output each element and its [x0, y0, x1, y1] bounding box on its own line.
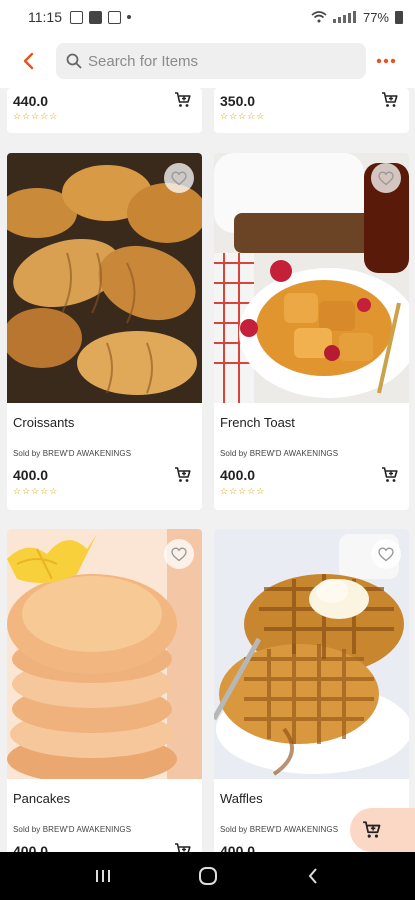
star-icon: ☆	[13, 111, 22, 121]
star-icon: ☆	[256, 111, 265, 121]
signal-icon	[332, 11, 356, 23]
product-price: 400.0	[220, 467, 256, 483]
star-icon: ☆	[247, 486, 256, 496]
favorite-button[interactable]	[164, 539, 194, 569]
search-icon	[66, 53, 82, 69]
product-price: 400.0	[13, 843, 49, 852]
star-icon: ☆	[220, 486, 229, 496]
product-price: 400.0	[220, 843, 256, 852]
product-name: Croissants	[13, 415, 75, 430]
product-card[interactable]: Waffles Sold by BREW'D AWAKENINGS 400.0	[214, 529, 409, 852]
linkedin-icon	[89, 10, 102, 24]
favorite-button[interactable]	[164, 163, 194, 193]
star-icon: ☆	[40, 111, 49, 121]
product-seller: Sold by BREW'D AWAKENINGS	[13, 449, 132, 458]
recent-apps-button[interactable]	[83, 856, 123, 896]
heart-outline-icon	[171, 546, 187, 561]
favorite-button[interactable]	[371, 163, 401, 193]
home-icon	[198, 867, 217, 885]
floating-cart-button[interactable]	[350, 808, 415, 852]
search-input[interactable]	[88, 52, 348, 70]
product-price: 440.0	[13, 93, 49, 109]
heart-outline-icon	[378, 546, 394, 561]
system-back-button[interactable]	[293, 856, 333, 896]
product-card[interactable]: 440.0 ☆ ☆ ☆ ☆ ☆	[7, 88, 202, 133]
cart-plus-icon	[175, 92, 191, 107]
product-seller: Sold by BREW'D AWAKENINGS	[220, 449, 339, 458]
star-icon: ☆	[31, 486, 40, 496]
status-time: 11:15	[28, 9, 62, 25]
cart-plus-icon	[382, 467, 398, 482]
star-icon: ☆	[247, 111, 256, 121]
status-bar: 11:15 77%	[0, 0, 415, 34]
product-price: 400.0	[13, 467, 49, 483]
rating-stars: ☆ ☆ ☆ ☆ ☆	[220, 112, 264, 121]
star-icon: ☆	[256, 486, 265, 496]
star-icon: ☆	[49, 486, 58, 496]
heart-outline-icon	[378, 170, 394, 185]
product-name: Pancakes	[13, 791, 71, 806]
product-card[interactable]: Pancakes Sold by BREW'D AWAKENINGS 400.0	[7, 529, 202, 852]
star-icon: ☆	[229, 486, 238, 496]
cart-plus-icon	[175, 843, 191, 852]
add-to-cart-button[interactable]	[172, 464, 194, 486]
add-to-cart-button[interactable]	[172, 840, 194, 852]
gallery-icon	[70, 10, 83, 24]
battery-percent: 77%	[362, 9, 389, 25]
rating-stars: ☆ ☆ ☆ ☆ ☆	[220, 487, 264, 496]
star-icon: ☆	[22, 111, 31, 121]
heart-outline-icon	[171, 170, 187, 185]
cart-plus-icon	[382, 92, 398, 107]
product-card[interactable]: Croissants Sold by BREW'D AWAKENINGS 400…	[7, 153, 202, 510]
rating-stars: ☆ ☆ ☆ ☆ ☆	[13, 487, 57, 496]
home-button[interactable]	[188, 856, 228, 896]
back-arrow-icon	[308, 868, 317, 884]
add-to-cart-button[interactable]	[172, 89, 194, 111]
star-icon: ☆	[229, 111, 238, 121]
star-icon: ☆	[13, 486, 22, 496]
more-dots-icon	[376, 58, 396, 64]
product-seller: Sold by BREW'D AWAKENINGS	[13, 825, 132, 834]
instagram-icon	[108, 10, 121, 24]
cart-plus-icon	[363, 821, 381, 838]
more-notifications-dot-icon	[127, 15, 131, 19]
app-header	[0, 34, 415, 88]
product-grid: 440.0 ☆ ☆ ☆ ☆ ☆ 350.0 ☆ ☆ ☆ ☆ ☆ Croissan…	[0, 88, 415, 852]
battery-icon	[395, 10, 403, 24]
star-icon: ☆	[22, 486, 31, 496]
product-card[interactable]: French Toast Sold by BREW'D AWAKENINGS 4…	[214, 153, 409, 510]
star-icon: ☆	[220, 111, 229, 121]
add-to-cart-button[interactable]	[379, 464, 401, 486]
star-icon: ☆	[49, 111, 58, 121]
product-card[interactable]: 350.0 ☆ ☆ ☆ ☆ ☆	[214, 88, 409, 133]
star-icon: ☆	[40, 486, 49, 496]
wifi-icon	[311, 11, 327, 23]
product-seller: Sold by BREW'D AWAKENINGS	[220, 825, 339, 834]
chevron-left-icon	[23, 52, 34, 70]
product-price: 350.0	[220, 93, 256, 109]
add-to-cart-button[interactable]	[379, 89, 401, 111]
star-icon: ☆	[238, 486, 247, 496]
product-name: French Toast	[220, 415, 295, 430]
more-options-button[interactable]	[371, 46, 401, 76]
notification-icons	[70, 10, 131, 24]
cart-plus-icon	[175, 467, 191, 482]
status-right: 77%	[311, 10, 403, 25]
favorite-button[interactable]	[371, 539, 401, 569]
recent-apps-icon	[95, 870, 110, 882]
back-button[interactable]	[14, 46, 44, 76]
star-icon: ☆	[31, 111, 40, 121]
rating-stars: ☆ ☆ ☆ ☆ ☆	[13, 112, 57, 121]
system-navigation-bar	[0, 852, 415, 900]
search-bar[interactable]	[56, 43, 366, 79]
product-name: Waffles	[220, 791, 263, 806]
star-icon: ☆	[238, 111, 247, 121]
